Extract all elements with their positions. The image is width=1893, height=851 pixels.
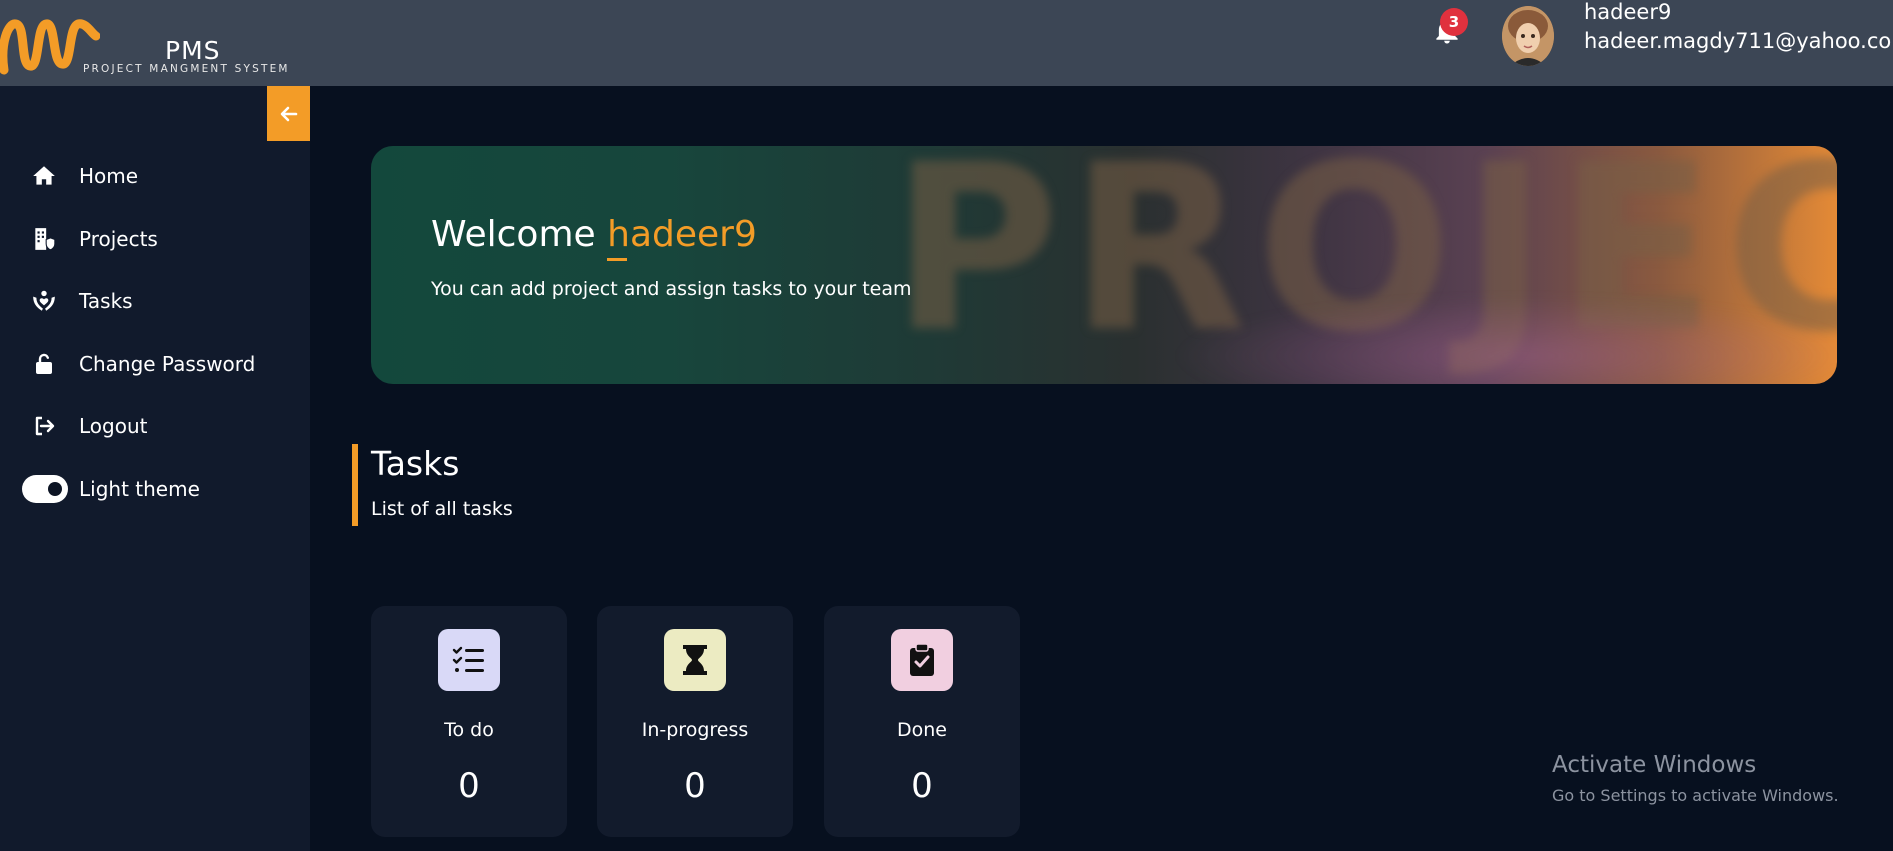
- logo-subtitle: PROJECT MANGMENT SYSTEM: [83, 63, 290, 75]
- sidebar-item-logout[interactable]: Logout: [0, 404, 310, 448]
- theme-toggle-label: Light theme: [79, 477, 200, 501]
- welcome-prefix: Welcome: [431, 214, 596, 255]
- avatar[interactable]: [1502, 6, 1554, 66]
- arrow-left-icon: [280, 106, 297, 121]
- task-card-in-progress[interactable]: In-progress 0: [597, 606, 793, 837]
- theme-toggle-switch[interactable]: [22, 475, 68, 503]
- sidebar-item-projects[interactable]: Projects: [0, 217, 310, 261]
- welcome-banner: PROJECTS Welcome hadeer9 You can add pro…: [371, 146, 1837, 384]
- sidebar-item-label: Change Password: [79, 352, 256, 376]
- section-title: Tasks: [371, 444, 460, 483]
- task-card-count: 0: [684, 766, 706, 806]
- checklist-icon: [438, 629, 500, 691]
- sidebar-item-label: Home: [79, 164, 139, 188]
- task-card-label: To do: [444, 719, 494, 741]
- theme-toggle-row[interactable]: Light theme: [0, 467, 310, 511]
- logout-icon: [31, 413, 57, 439]
- sidebar-item-label: Logout: [79, 414, 148, 438]
- sidebar-item-change-password[interactable]: Change Password: [0, 342, 310, 386]
- top-navbar: PMS PROJECT MANGMENT SYSTEM 3 hadeer9 ha…: [0, 0, 1893, 86]
- task-card-count: 0: [911, 766, 933, 806]
- user-name: hadeer9: [1584, 0, 1672, 24]
- notification-badge: 3: [1440, 8, 1468, 36]
- sidebar-item-label: Projects: [79, 227, 158, 251]
- task-card-label: Done: [897, 719, 947, 741]
- welcome-subtitle: You can add project and assign tasks to …: [431, 278, 912, 300]
- welcome-username: hadeer9: [607, 214, 757, 255]
- unlock-icon: [31, 351, 57, 377]
- section-accent-bar: [352, 444, 358, 526]
- hands-heart-icon: [31, 288, 57, 314]
- activate-windows-subtitle: Go to Settings to activate Windows.: [1552, 786, 1839, 805]
- hourglass-icon: [664, 629, 726, 691]
- task-card-done[interactable]: Done 0: [824, 606, 1020, 837]
- home-icon: [31, 163, 57, 189]
- welcome-heading: Welcome hadeer9: [431, 214, 757, 255]
- sidebar-item-tasks[interactable]: Tasks: [0, 279, 310, 323]
- task-card-count: 0: [458, 766, 480, 806]
- sidebar-collapse-button[interactable]: [267, 86, 310, 141]
- task-card-todo[interactable]: To do 0: [371, 606, 567, 837]
- logo-title: PMS: [165, 36, 221, 65]
- sidebar: Home Projects Tasks Change Password Logo…: [0, 86, 310, 851]
- building-icon: [31, 226, 57, 252]
- clipboard-check-icon: [891, 629, 953, 691]
- activate-windows-title: Activate Windows: [1552, 752, 1757, 778]
- sidebar-item-label: Tasks: [79, 289, 133, 313]
- task-card-label: In-progress: [641, 719, 749, 741]
- sidebar-item-home[interactable]: Home: [0, 154, 310, 198]
- section-subtitle: List of all tasks: [371, 498, 513, 520]
- app-logo[interactable]: PMS PROJECT MANGMENT SYSTEM: [0, 8, 290, 80]
- user-email: hadeer.magdy711@yahoo.com: [1584, 29, 1893, 53]
